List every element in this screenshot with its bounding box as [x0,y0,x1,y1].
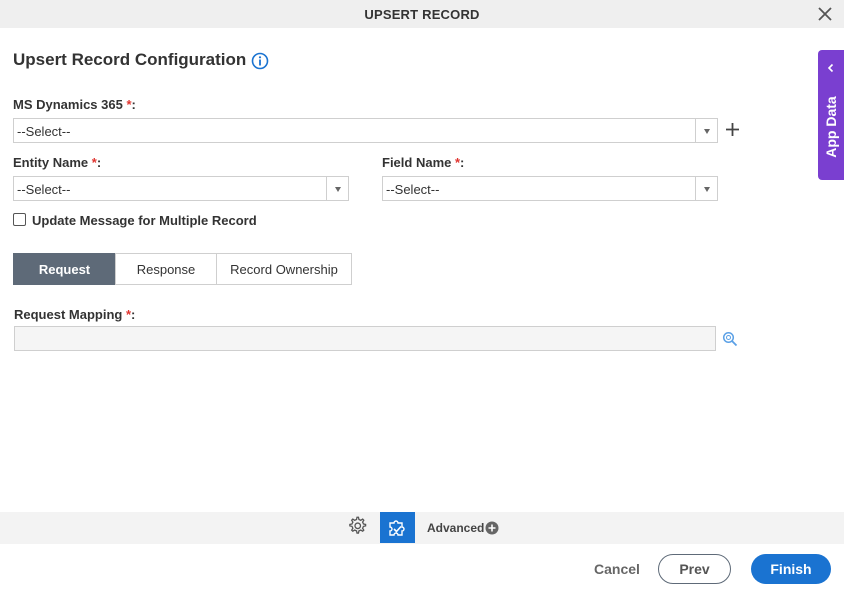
field-name-select-value: --Select-- [386,182,440,197]
app-data-label: App Data [823,96,839,158]
info-icon[interactable] [251,52,269,70]
finish-button[interactable]: Finish [751,554,831,584]
chevron-down-icon[interactable] [326,177,348,200]
plus-icon[interactable] [724,121,741,138]
field-name-select[interactable]: --Select-- [382,176,718,201]
update-message-checkbox[interactable] [13,213,26,226]
entity-name-select-value: --Select-- [17,182,71,197]
request-mapping-input[interactable] [14,326,716,351]
advanced-link[interactable]: Advanced [427,521,484,535]
lookup-icon[interactable] [722,331,738,347]
app-data-panel-toggle[interactable]: App Data [818,50,844,180]
chevron-left-icon [827,63,834,73]
plus-circle-icon[interactable] [485,521,499,535]
entity-name-label: Entity Name *: [13,155,102,170]
gear-icon[interactable] [346,515,368,537]
tab-request[interactable]: Request [13,253,116,285]
update-message-label: Update Message for Multiple Record [32,213,257,228]
page-title: Upsert Record Configuration [13,50,247,69]
entity-name-select[interactable]: --Select-- [13,176,349,201]
dialog-title: UPSERT RECORD [364,7,480,22]
prev-button[interactable]: Prev [658,554,731,584]
chevron-down-icon[interactable] [695,119,717,142]
close-icon[interactable] [816,5,834,23]
request-mapping-label: Request Mapping *: [14,307,136,322]
ms-dynamics-select[interactable]: --Select-- [13,118,718,143]
tab-response[interactable]: Response [115,253,217,285]
ms-dynamics-label: MS Dynamics 365 *: [13,97,136,112]
dialog-title-bar: UPSERT RECORD [0,0,844,28]
bottom-toolbar [0,512,844,544]
puzzle-button[interactable] [380,512,415,543]
cancel-button[interactable]: Cancel [594,561,640,577]
tab-record-ownership[interactable]: Record Ownership [216,253,352,285]
field-name-label: Field Name *: [382,155,465,170]
tab-bar: Request Response Record Ownership [13,253,352,285]
chevron-down-icon[interactable] [695,177,717,200]
ms-dynamics-select-value: --Select-- [17,124,71,139]
puzzle-icon [389,520,405,536]
